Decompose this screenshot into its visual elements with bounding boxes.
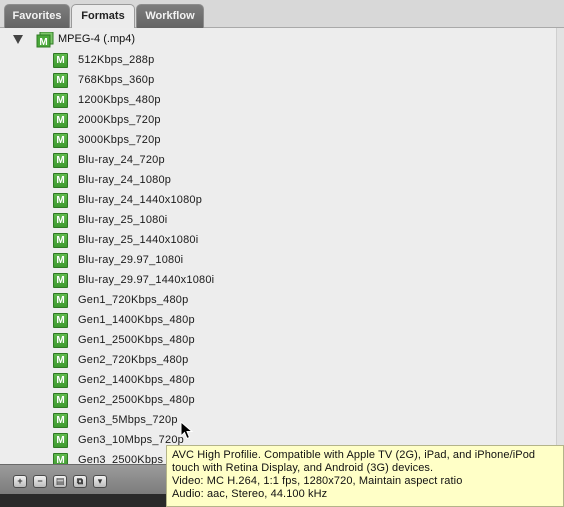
mpeg4-format-icon: M [53, 153, 68, 168]
format-item[interactable]: M Blu-ray_24_720p [0, 150, 564, 170]
remove-icon: − [37, 476, 43, 486]
format-item[interactable]: M 1200Kbps_480p [0, 90, 564, 110]
format-tooltip: AVC High Profilie. Compatible with Apple… [166, 445, 564, 507]
format-item-label: 3000Kbps_720p [78, 134, 161, 146]
format-item-label: Blu-ray_24_720p [78, 154, 165, 166]
format-item[interactable]: M Gen1_1400Kbps_480p [0, 310, 564, 330]
format-item[interactable]: M 3000Kbps_720p [0, 130, 564, 150]
format-item-label: Blu-ray_25_1080i [78, 214, 168, 226]
mpeg4-format-icon: M [53, 253, 68, 268]
mpeg4-format-icon: M [53, 453, 68, 464]
format-item[interactable]: M 512Kbps_288p [0, 50, 564, 70]
mpeg4-format-icon: M [53, 173, 68, 188]
mpeg4-format-icon: M [53, 273, 68, 288]
format-item[interactable]: M Gen2_720Kbps_480p [0, 350, 564, 370]
formats-panel: M MPEG-4 (.mp4) M 512Kbps_288p M 768Kbps_36… [0, 28, 564, 464]
format-item-label: 2000Kbps_720p [78, 114, 161, 126]
add-button[interactable]: + [13, 475, 27, 488]
format-item-label: Blu-ray_24_1440x1080p [78, 194, 203, 206]
tab-workflow[interactable]: Workflow [136, 4, 204, 28]
tab-favorites[interactable]: Favorites [4, 4, 70, 28]
mpeg4-format-icon: M [53, 113, 68, 128]
format-item-label: Gen2_1400Kbps_480p [78, 374, 195, 386]
mpeg4-format-icon: M [53, 233, 68, 248]
format-item-label: Gen1_1400Kbps_480p [78, 314, 195, 326]
format-item[interactable]: M 768Kbps_360p [0, 70, 564, 90]
format-item[interactable]: M Gen3_5Mbps_720p [0, 410, 564, 430]
mpeg4-format-icon: M [53, 313, 68, 328]
tooltip-line: Video: MC H.264, 1:1 fps, 1280x720, Main… [172, 475, 463, 487]
format-item[interactable]: M Blu-ray_29.97_1080i [0, 250, 564, 270]
menu-button[interactable]: ▾ [93, 475, 107, 488]
format-item-label: Gen1_720Kbps_480p [78, 294, 189, 306]
format-item-label: Gen1_2500Kbps_480p [78, 334, 195, 346]
disclosure-triangle-icon[interactable] [13, 35, 23, 44]
format-item[interactable]: M Blu-ray_25_1440x1080i [0, 230, 564, 250]
format-item[interactable]: M Gen2_2500Kbps_480p [0, 390, 564, 410]
format-item[interactable]: M Blu-ray_24_1440x1080p [0, 190, 564, 210]
format-item[interactable]: M Gen1_720Kbps_480p [0, 290, 564, 310]
format-item-label: Gen3_2500Kbps_ [78, 454, 170, 464]
mpeg4-format-icon: M [53, 213, 68, 228]
mpeg4-format-icon: M [53, 93, 68, 108]
menu-icon: ▾ [97, 476, 103, 486]
mpeg4-format-icon: M [53, 293, 68, 308]
duplicate-button[interactable]: ⧉ [73, 475, 87, 488]
format-item[interactable]: M 2000Kbps_720p [0, 110, 564, 130]
format-item[interactable]: M Blu-ray_29.97_1440x1080i [0, 270, 564, 290]
mpeg4-format-icon: M [53, 353, 68, 368]
format-item[interactable]: M Blu-ray_24_1080p [0, 170, 564, 190]
format-item-label: Gen3_5Mbps_720p [78, 414, 178, 426]
format-item-label: Blu-ray_29.97_1440x1080i [78, 274, 215, 286]
mpeg4-format-icon: M [53, 53, 68, 68]
settings-button[interactable]: ▤ [53, 475, 67, 488]
scrollbar[interactable] [556, 28, 564, 464]
format-item[interactable]: M Gen1_2500Kbps_480p [0, 330, 564, 350]
mpeg4-format-icon: M [53, 133, 68, 148]
mouse-cursor-icon [180, 421, 194, 440]
group-row-mpeg4[interactable]: M MPEG-4 (.mp4) [0, 28, 564, 50]
format-item[interactable]: M Gen2_1400Kbps_480p [0, 370, 564, 390]
format-item-label: Blu-ray_24_1080p [78, 174, 172, 186]
format-item-label: Gen2_720Kbps_480p [78, 354, 189, 366]
group-label: MPEG-4 (.mp4) [58, 33, 136, 45]
format-item-label: 512Kbps_288p [78, 54, 155, 66]
format-item-label: 768Kbps_360p [78, 74, 155, 86]
format-item-label: Gen2_2500Kbps_480p [78, 394, 195, 406]
tooltip-line: AVC High Profilie. Compatible with Apple… [172, 449, 536, 461]
tooltip-line: Audio: aac, Stereo, 44.100 kHz [172, 488, 328, 500]
mpeg4-format-icon: M [53, 373, 68, 388]
mpeg4-format-icon: M [53, 333, 68, 348]
mpeg4-format-icon: M [53, 413, 68, 428]
tab-bar: Favorites Formats Workflow [0, 0, 564, 29]
add-icon: + [17, 476, 23, 486]
format-item-label: Blu-ray_25_1440x1080i [78, 234, 199, 246]
format-item[interactable]: M Blu-ray_25_1080i [0, 210, 564, 230]
mpeg4-icon: M [36, 32, 54, 48]
remove-button[interactable]: − [33, 475, 47, 488]
format-item-label: Blu-ray_29.97_1080i [78, 254, 184, 266]
mpeg4-format-icon: M [53, 73, 68, 88]
svg-text:M: M [39, 37, 47, 48]
mpeg4-format-icon: M [53, 193, 68, 208]
duplicate-icon: ⧉ [76, 476, 84, 486]
tooltip-line: touch with Retina Display, and Android (… [172, 462, 434, 474]
format-item-label: 1200Kbps_480p [78, 94, 161, 106]
tab-formats[interactable]: Formats [71, 4, 135, 29]
mpeg4-format-icon: M [53, 433, 68, 448]
window: Favorites Formats Workflow M MPEG-4 (.mp… [0, 0, 564, 507]
settings-icon: ▤ [55, 476, 65, 486]
mpeg4-format-icon: M [53, 393, 68, 408]
